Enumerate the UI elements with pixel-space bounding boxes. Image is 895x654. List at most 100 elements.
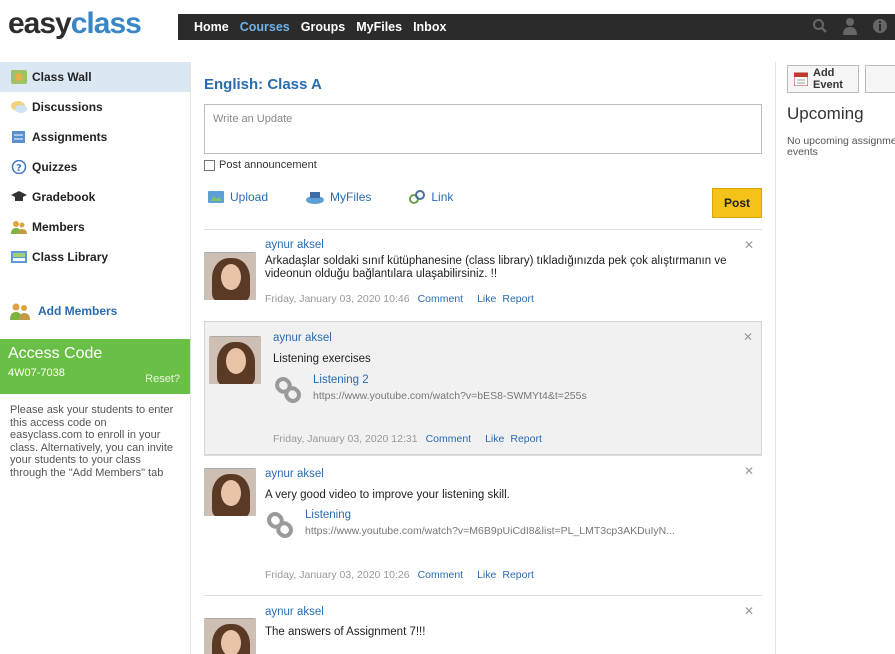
add-members-label: Add Members [38, 304, 118, 318]
left-sidebar: Class Wall Discussions Assignments ? Qui… [0, 62, 190, 654]
update-input[interactable]: Write an Update [204, 104, 762, 154]
myfiles-button[interactable]: MyFiles [306, 190, 371, 204]
link-url: https://www.youtube.com/watch?v=bES8-SWM… [313, 390, 587, 402]
post-author[interactable]: aynur aksel [265, 468, 324, 480]
post-announcement-label: Post announcement [219, 159, 317, 171]
assignments-icon [10, 129, 28, 145]
access-code-title: Access Code [8, 345, 103, 362]
myfiles-icon [306, 190, 325, 204]
link-label: Link [431, 190, 454, 204]
chain-link-icon [265, 509, 297, 541]
post-meta: Friday, January 03, 2020 12:31 Comment L… [273, 433, 542, 445]
add-event-label: Add Event [813, 67, 843, 91]
sidebar-item-assignments[interactable]: Assignments [0, 122, 190, 152]
avatar[interactable] [204, 468, 256, 516]
reset-access-code-link[interactable]: Reset? [145, 373, 180, 385]
sidebar-item-label: Gradebook [32, 190, 96, 204]
like-link[interactable]: Like [485, 433, 504, 445]
comment-link[interactable]: Comment [418, 569, 464, 581]
post-announcement-checkbox[interactable] [204, 159, 215, 171]
nav-courses[interactable]: Courses [240, 20, 290, 34]
sidebar-item-gradebook[interactable]: Gradebook [0, 182, 190, 212]
avatar[interactable] [204, 252, 256, 300]
sidebar-item-label: Class Wall [32, 70, 92, 84]
avatar[interactable] [209, 336, 261, 384]
post-author[interactable]: aynur aksel [273, 332, 332, 344]
link-attachment[interactable]: Listening 2 https://www.youtube.com/watc… [273, 374, 587, 406]
update-input-placeholder: Write an Update [213, 113, 293, 125]
post-text: A very good video to improve your listen… [265, 489, 510, 501]
close-icon[interactable]: ✕ [743, 330, 753, 344]
sidebar-item-label: Class Library [32, 250, 109, 264]
quizzes-icon: ? [10, 159, 28, 175]
upload-label: Upload [230, 190, 269, 204]
link-title[interactable]: Listening 2 [313, 374, 587, 386]
comment-link[interactable]: Comment [418, 293, 464, 305]
svg-text:?: ? [16, 163, 22, 174]
sidebar-item-quizzes[interactable]: ? Quizzes [0, 152, 190, 182]
access-code-box: Access Code 4W07-7038 Reset? [0, 339, 190, 394]
wall-post: aynur aksel ✕ Arkadaşlar soldaki sınıf k… [204, 229, 762, 321]
calendar-icon [794, 72, 808, 86]
no-upcoming-text: No upcoming assignments or events [787, 136, 895, 158]
post-announcement-option[interactable]: Post announcement [204, 159, 317, 171]
post-date: Friday, January 03, 2020 12:31 [273, 433, 418, 445]
sidebar-item-class-library[interactable]: Class Library [0, 242, 190, 272]
info-icon[interactable] [865, 17, 895, 38]
wall-post: aynur aksel ✕ A very good video to impro… [204, 455, 762, 595]
link-icon [409, 190, 426, 204]
chain-link-icon [273, 374, 305, 406]
logo-part-easy: easy [8, 7, 72, 40]
nav-home[interactable]: Home [194, 20, 229, 34]
members-icon [10, 219, 28, 235]
link-attachment[interactable]: Listening https://www.youtube.com/watch?… [265, 509, 755, 541]
like-link[interactable]: Like [477, 293, 496, 305]
link-button[interactable]: Link [409, 190, 453, 204]
right-panel: Add Event Upcoming No upcoming assignmen… [777, 62, 895, 654]
sidebar-item-discussions[interactable]: Discussions [0, 92, 190, 122]
upload-icon [208, 190, 224, 204]
post-meta: Friday, January 03, 2020 10:26 Comment L… [265, 569, 534, 581]
post-text: The answers of Assignment 7!!! [265, 626, 426, 638]
sidebar-item-label: Members [32, 220, 85, 234]
top-bar: easyclass Home Courses Groups MyFiles In… [0, 0, 895, 50]
post-author[interactable]: aynur aksel [265, 606, 324, 618]
search-icon[interactable] [805, 18, 835, 37]
access-code-help-text: Please ask your students to enter this a… [10, 404, 174, 479]
sidebar-item-label: Discussions [32, 100, 103, 114]
comment-link[interactable]: Comment [426, 433, 472, 445]
add-event-button[interactable]: Add Event [787, 65, 859, 93]
sidebar-item-class-wall[interactable]: Class Wall [0, 62, 190, 92]
link-title[interactable]: Listening [305, 509, 675, 521]
sidebar-item-label: Assignments [32, 130, 108, 144]
close-icon[interactable]: ✕ [744, 464, 754, 478]
post-text: Arkadaşlar soldaki sınıf kütüphanesine (… [265, 255, 727, 280]
nav-myfiles[interactable]: MyFiles [356, 20, 402, 34]
like-link[interactable]: Like [477, 569, 496, 581]
post-actions: Upload MyFiles Link [208, 190, 491, 204]
post-date: Friday, January 03, 2020 10:46 [265, 293, 410, 305]
post-button[interactable]: Post [712, 188, 762, 218]
logo-part-class: class [70, 7, 142, 40]
calendar-view-button[interactable] [865, 65, 895, 93]
upload-button[interactable]: Upload [208, 190, 268, 204]
post-text: Listening exercises [273, 353, 371, 365]
page-title: English: Class A [204, 76, 322, 93]
report-link[interactable]: Report [510, 433, 542, 445]
avatar[interactable] [204, 618, 256, 654]
close-icon[interactable]: ✕ [744, 604, 754, 618]
user-icon[interactable] [835, 17, 865, 38]
wall-post: aynur aksel ✕ Listening exercises Listen… [204, 321, 762, 455]
add-members-link[interactable]: Add Members [0, 297, 190, 325]
class-wall-main: English: Class A Write an Update Post an… [190, 62, 776, 654]
report-link[interactable]: Report [502, 569, 534, 581]
add-members-icon [10, 302, 32, 320]
post-date: Friday, January 03, 2020 10:26 [265, 569, 410, 581]
close-icon[interactable]: ✕ [744, 238, 754, 252]
report-link[interactable]: Report [502, 293, 534, 305]
post-author[interactable]: aynur aksel [265, 239, 324, 251]
nav-groups[interactable]: Groups [301, 20, 345, 34]
nav-inbox[interactable]: Inbox [413, 20, 446, 34]
easyclass-logo[interactable]: easyclass [8, 6, 142, 42]
sidebar-item-members[interactable]: Members [0, 212, 190, 242]
